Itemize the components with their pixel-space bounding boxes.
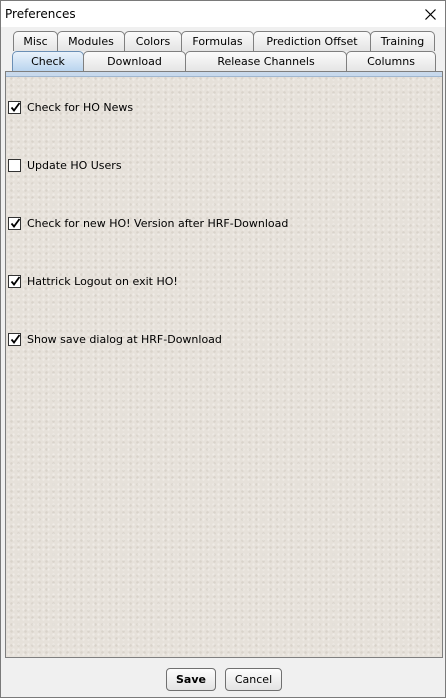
tab-training[interactable]: Training xyxy=(370,31,435,51)
check-new-version-label: Check for new HO! Version after HRF-Down… xyxy=(27,216,289,230)
close-icon xyxy=(425,9,436,20)
close-button[interactable] xyxy=(415,1,445,27)
show-save-dialog-label: Show save dialog at HRF-Download xyxy=(27,332,222,346)
tab-panel-divider xyxy=(6,72,442,77)
option-show-save-dialog[interactable]: Show save dialog at HRF-Download xyxy=(8,331,222,347)
update-ho-users-label: Update HO Users xyxy=(27,158,122,172)
window-title: Preferences xyxy=(5,7,76,21)
option-hattrick-logout[interactable]: Hattrick Logout on exit HO! xyxy=(8,273,178,289)
tab-colors[interactable]: Colors xyxy=(124,31,182,51)
tab-release-channels[interactable]: Release Channels xyxy=(185,51,347,72)
check-new-version-checkbox[interactable] xyxy=(8,216,21,230)
option-update-ho-users[interactable]: Update HO Users xyxy=(8,157,122,173)
hattrick-logout-checkbox[interactable] xyxy=(8,274,21,288)
tab-modules[interactable]: Modules xyxy=(57,31,125,51)
tab-formulas[interactable]: Formulas xyxy=(181,31,254,51)
option-check-new-version[interactable]: Check for new HO! Version after HRF-Down… xyxy=(8,215,288,231)
preferences-dialog: Preferences Misc Modules Colors Formulas… xyxy=(0,0,446,698)
checkmark-icon xyxy=(10,217,21,228)
tab-misc[interactable]: Misc xyxy=(13,31,58,51)
title-bar: Preferences xyxy=(1,1,445,27)
tab-prediction-offset[interactable]: Prediction Offset xyxy=(253,31,371,51)
checkmark-icon xyxy=(10,333,21,344)
save-button[interactable]: Save xyxy=(166,668,216,691)
check-ho-news-checkbox[interactable] xyxy=(8,100,21,114)
check-ho-news-label: Check for HO News xyxy=(27,100,134,114)
option-check-ho-news[interactable]: Check for HO News xyxy=(8,99,133,115)
tab-columns[interactable]: Columns xyxy=(346,51,436,72)
hattrick-logout-label: Hattrick Logout on exit HO! xyxy=(27,274,178,288)
cancel-button[interactable]: Cancel xyxy=(225,668,282,691)
tab-check[interactable]: Check xyxy=(12,51,84,72)
checkmark-icon xyxy=(10,275,21,286)
update-ho-users-checkbox[interactable] xyxy=(8,158,21,172)
tab-download[interactable]: Download xyxy=(83,51,186,72)
show-save-dialog-checkbox[interactable] xyxy=(8,332,21,346)
checkmark-icon xyxy=(10,101,21,112)
